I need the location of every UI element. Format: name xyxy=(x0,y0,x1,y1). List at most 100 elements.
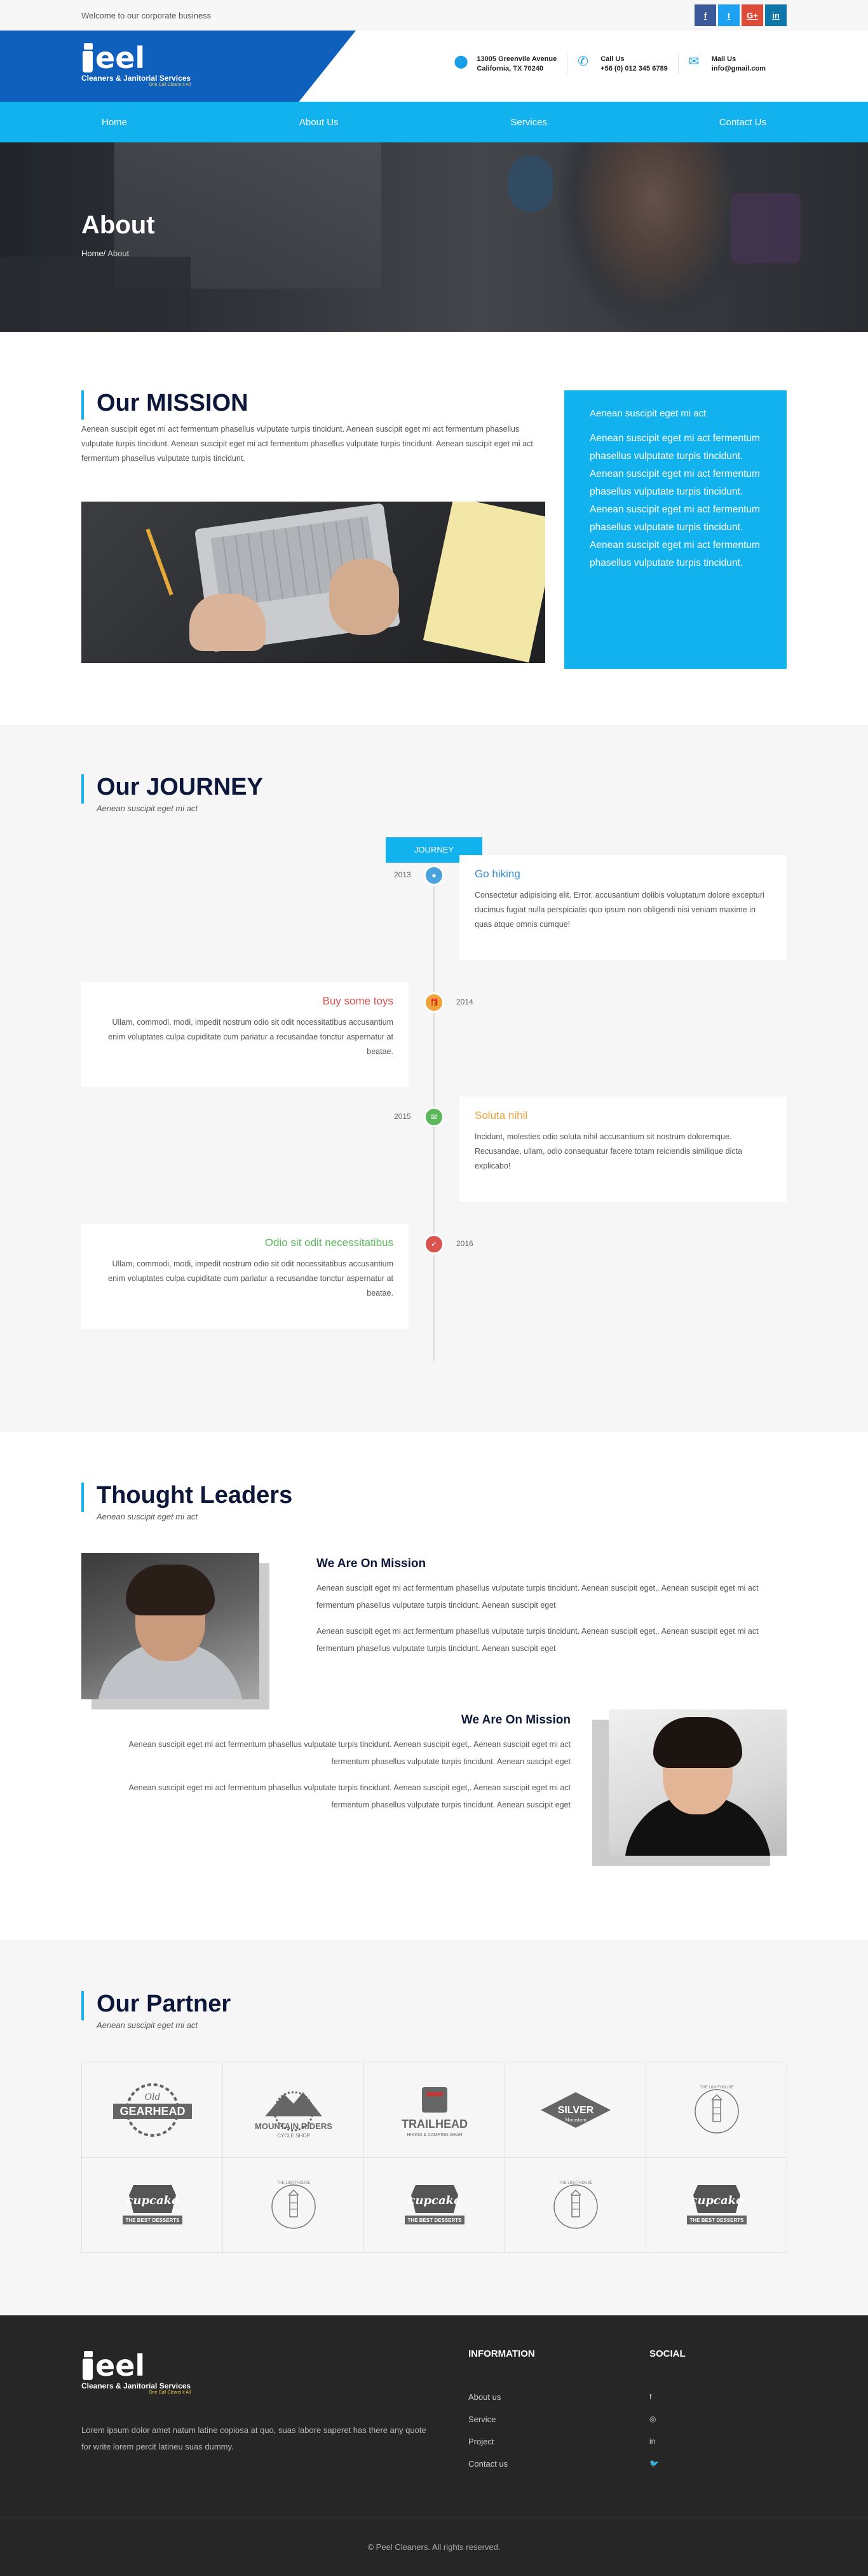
circle-icon: ● xyxy=(424,865,444,886)
svg-text:TRAILHEAD: TRAILHEAD xyxy=(402,2118,468,2130)
footer-link-project[interactable]: Project xyxy=(468,2437,535,2459)
lighthouse-logo: THE LIGHTHOUSE xyxy=(271,2181,316,2229)
logo-tagline: Cleaners & Janitorial Services xyxy=(81,2381,191,2390)
spray-bottle-icon xyxy=(81,2348,94,2380)
linkedin-icon[interactable]: in xyxy=(765,4,787,26)
partner-logo-silver[interactable]: SILVER Mountain xyxy=(505,2062,646,2158)
contact-block: ⬤ 13005 Greenvile Avenue California, TX 70… xyxy=(444,55,567,74)
header: eel Cleaners & Janitorial Services One C… xyxy=(0,31,868,102)
twitter-icon[interactable]: t xyxy=(718,4,740,26)
instagram-icon[interactable]: ◎ xyxy=(649,2415,686,2437)
svg-text:cupcake: cupcake xyxy=(126,2194,179,2207)
partner-logo-gearhead[interactable]: Old GEARHEAD xyxy=(82,2062,223,2158)
check-icon: ✓ xyxy=(424,1234,444,1254)
page-title: About xyxy=(81,211,155,239)
leader-paragraph: Aenean suscipit eget mi act fermentum ph… xyxy=(316,1584,759,1610)
google-plus-icon[interactable]: G+ xyxy=(742,4,763,26)
site-logo[interactable]: eel Cleaners & Janitorial Services One C… xyxy=(81,41,191,87)
nav-home[interactable]: Home xyxy=(81,117,147,128)
partner-title: Our Partner xyxy=(97,1990,231,2017)
twitter-icon[interactable]: 🐦 xyxy=(649,2459,686,2481)
mission-box-text: Aenean suscipit eget mi act fermentum ph… xyxy=(590,433,760,568)
mountain-riders-logo: MOUNTAIN RIDERS CYCLE SHOP xyxy=(255,2091,332,2139)
leader-card: We Are On Mission Aenean suscipit eget m… xyxy=(81,1709,787,1866)
footer-link-service[interactable]: Service xyxy=(468,2415,535,2437)
breadcrumb-current: About xyxy=(105,249,130,258)
partner-logo-grid: Old GEARHEAD MOUNTAIN RIDERS CYCLE SHOP TRAI… xyxy=(81,2062,787,2253)
linkedin-icon[interactable]: in xyxy=(649,2437,686,2459)
gearhead-logo: Old GEARHEAD xyxy=(112,2083,192,2137)
copyright: © Peel Cleaners. All rights reserved. xyxy=(0,2518,868,2576)
svg-text:cupcake: cupcake xyxy=(408,2194,461,2207)
logo-slogan: One Call Cleans it All xyxy=(149,2390,191,2395)
leader-photo xyxy=(81,1553,272,1709)
partner-heading: Our Partner Aenean suscipit eget mi act xyxy=(81,1991,787,2030)
gift-icon: 🎁 xyxy=(424,992,444,1013)
timeline-year: 2016 xyxy=(456,1239,473,1248)
contact-label: Call Us xyxy=(600,55,625,63)
timeline-card-text: Ullam, commodi, modi, impedit nostrum od… xyxy=(108,1259,393,1298)
logo-wordmark: eel xyxy=(95,2348,146,2383)
timeline-year: 2014 xyxy=(456,997,473,1006)
mission-title: Our MISSION xyxy=(97,390,248,416)
timeline-card-title: Buy some toys xyxy=(322,995,394,1007)
mission-section: Our MISSION Aenean suscipit eget mi act … xyxy=(0,332,868,725)
contact-value: California, TX 70240 xyxy=(477,65,543,72)
footer-description: Lorem ipsum dolor amet natum latine copi… xyxy=(81,2425,426,2451)
partner-logo-cupcake[interactable]: cupcake THE BEST DESSERTS xyxy=(646,2158,787,2253)
svg-text:GEARHEAD: GEARHEAD xyxy=(119,2105,185,2118)
contact-block: ✆ Call Us +56 (0) 012 345 6789 xyxy=(567,55,678,74)
footer-social-title: SOCIAL xyxy=(649,2348,686,2359)
contact-label: Mail Us xyxy=(711,55,736,63)
nav-services[interactable]: Services xyxy=(490,117,567,128)
contact-value: info@gmail.com xyxy=(711,65,766,72)
svg-text:THE BEST DESSERTS: THE BEST DESSERTS xyxy=(689,2217,744,2223)
timeline-card-text: Ullam, commodi, modi, impedit nostrum od… xyxy=(108,1018,393,1056)
contact-label: 13005 Greenvile Avenue xyxy=(477,55,557,63)
logo-slogan: One Call Cleans it All xyxy=(149,83,191,87)
timeline: ● 2013 Go hiking Consectetur adipisicing el… xyxy=(81,855,787,1361)
footer-logo[interactable]: eel Cleaners & Janitorial Services One C… xyxy=(81,2348,191,2395)
cupcake-logo: cupcake THE BEST DESSERTS xyxy=(686,2184,747,2224)
timeline-year: 2013 xyxy=(394,870,411,879)
svg-text:THE BEST DESSERTS: THE BEST DESSERTS xyxy=(125,2217,180,2223)
laptop-image xyxy=(81,502,545,663)
facebook-icon[interactable]: f xyxy=(649,2392,686,2415)
footer-link-contact[interactable]: Contact us xyxy=(468,2459,535,2481)
svg-text:MOUNTAIN RIDERS: MOUNTAIN RIDERS xyxy=(255,2121,332,2131)
mission-box-heading: Aenean suscipit eget mi act xyxy=(590,408,707,419)
partner-logo-cupcake[interactable]: cupcake THE BEST DESSERTS xyxy=(82,2158,223,2253)
partner-logo-cupcake[interactable]: cupcake THE BEST DESSERTS xyxy=(364,2158,505,2253)
leaders-heading: Thought Leaders Aenean suscipit eget mi … xyxy=(81,1483,787,1521)
logo-tagline: Cleaners & Janitorial Services xyxy=(81,74,191,83)
svg-text:THE LIGHTHOUSE: THE LIGHTHOUSE xyxy=(559,2181,592,2185)
lighthouse-logo: THE LIGHTHOUSE xyxy=(553,2181,598,2229)
page-hero: About Home/ About xyxy=(0,142,868,332)
breadcrumb-home[interactable]: Home/ xyxy=(81,249,105,258)
top-bar: Welcome to our corporate business f t G+ in xyxy=(0,0,868,31)
svg-text:THE BEST DESSERTS: THE BEST DESSERTS xyxy=(407,2217,462,2223)
partner-logo-trailhead[interactable]: TRAILHEAD HIKING & CAMPING GEAR xyxy=(364,2062,505,2158)
footer-info-title: INFORMATION xyxy=(468,2348,535,2359)
partner-logo-lighthouse[interactable]: THE LIGHTHOUSE xyxy=(505,2158,646,2253)
timeline-card-title: Go hiking xyxy=(475,868,520,880)
spray-bottle-icon xyxy=(81,41,94,72)
silver-mountain-logo: SILVER Mountain xyxy=(540,2092,611,2128)
facebook-icon[interactable]: f xyxy=(695,4,716,26)
nav-contact-us[interactable]: Contact Us xyxy=(699,117,787,128)
svg-text:cupcake: cupcake xyxy=(690,2194,743,2207)
top-social-links: f t G+ in xyxy=(695,4,787,26)
journey-title: Our JOURNEY xyxy=(97,774,263,800)
footer: eel Cleaners & Janitorial Services One C… xyxy=(0,2315,868,2576)
footer-link-about[interactable]: About us xyxy=(468,2392,535,2415)
partner-logo-lighthouse[interactable]: THE LIGHTHOUSE xyxy=(646,2062,787,2158)
leader-heading: We Are On Mission xyxy=(316,1557,426,1570)
partner-logo-mountain[interactable]: MOUNTAIN RIDERS CYCLE SHOP xyxy=(223,2062,364,2158)
nav-about-us[interactable]: About Us xyxy=(279,117,359,128)
cupcake-logo: cupcake THE BEST DESSERTS xyxy=(404,2184,465,2224)
leader-heading: We Are On Mission xyxy=(461,1713,571,1727)
partner-logo-lighthouse[interactable]: THE LIGHTHOUSE xyxy=(223,2158,364,2253)
mission-heading: Our MISSION xyxy=(81,390,545,420)
timeline-card-text: Consectetur adipisicing elit. Error, acc… xyxy=(475,891,764,929)
timeline-card: Go hiking Consectetur adipisicing elit. E… xyxy=(459,855,787,960)
